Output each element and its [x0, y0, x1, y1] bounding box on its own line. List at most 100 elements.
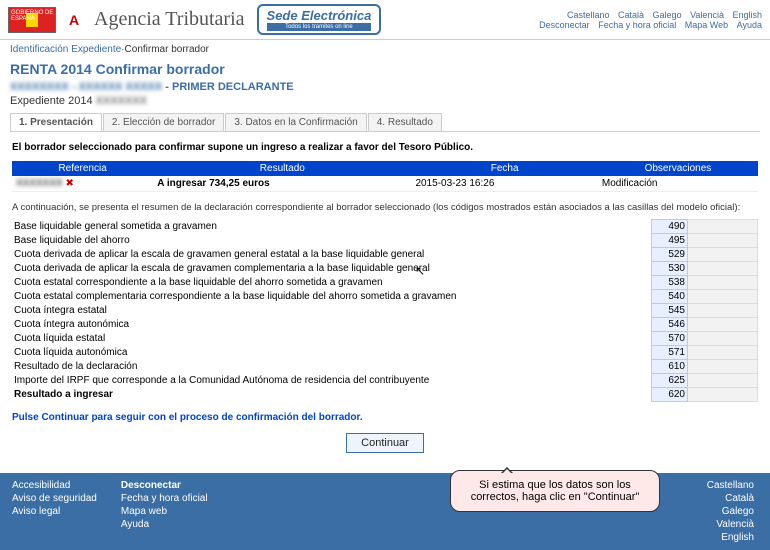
- footer-lang[interactable]: Català: [707, 492, 754, 505]
- cell-result: A ingresar 734,25 euros: [153, 176, 411, 192]
- detail-row: Base liquidable del ahorro495: [12, 234, 758, 248]
- cursor-icon: ↖: [415, 264, 425, 278]
- lang-link[interactable]: Català: [618, 10, 644, 20]
- masked-exp: XXXXXXX: [96, 95, 147, 107]
- wizard-tabs: 1. Presentación 2. Elección de borrador …: [10, 113, 760, 132]
- lang-switcher: Castellano Català Galego Valencià Englis…: [533, 10, 762, 20]
- detail-row: Cuota líquida autonómica571: [12, 346, 758, 360]
- detail-row: Cuota íntegra estatal545: [12, 304, 758, 318]
- cell-date: 2015-03-23 16:26: [411, 176, 597, 192]
- tab-resultado[interactable]: 4. Resultado: [368, 113, 442, 131]
- lang-link[interactable]: Galego: [653, 10, 682, 20]
- detail-label: Cuota estatal correspondiente a la base …: [12, 276, 652, 290]
- th-resultado: Resultado: [153, 161, 411, 176]
- sede-sub: Todos los trámites on line: [267, 23, 372, 31]
- masked-ref: XXXXXXX: [16, 178, 63, 189]
- detail-code: 545: [652, 304, 688, 318]
- detail-amount: [688, 248, 758, 262]
- detail-amount: [688, 262, 758, 276]
- detail-label: Importe del IRPF que corresponde a la Co…: [12, 374, 652, 388]
- detail-code: 570: [652, 332, 688, 346]
- footer-link[interactable]: Ayuda: [121, 518, 208, 531]
- tab-datos[interactable]: 3. Datos en la Confirmación: [225, 113, 366, 131]
- breadcrumb-item[interactable]: Identificación Expediente: [10, 44, 121, 55]
- detail-amount: [688, 276, 758, 290]
- footer-col-1: Accesibilidad Aviso de seguridad Aviso l…: [12, 479, 97, 544]
- footer-lang[interactable]: Valencià: [707, 518, 754, 531]
- gob-escudo-logo: GOBIERNO DE ESPAÑA: [8, 7, 56, 33]
- detail-code: 610: [652, 360, 688, 374]
- tab-eleccion[interactable]: 2. Elección de borrador: [103, 113, 224, 131]
- footer-link[interactable]: Fecha y hora oficial: [121, 492, 208, 505]
- tab-presentacion[interactable]: 1. Presentación: [10, 113, 102, 131]
- breadcrumb: Identificación Expediente·Confirmar borr…: [0, 40, 770, 59]
- detail-code: 530: [652, 262, 688, 276]
- app-header: GOBIERNO DE ESPAÑA A Agencia Tributaria …: [0, 0, 770, 40]
- footer-link[interactable]: Mapa web: [121, 505, 208, 518]
- detail-code: 546: [652, 318, 688, 332]
- detail-row: Resultado a ingresar620: [12, 388, 758, 402]
- lang-link[interactable]: Valencià: [690, 10, 724, 20]
- agencia-title: Agencia Tributaria: [94, 8, 245, 31]
- th-observaciones: Observaciones: [598, 161, 758, 176]
- intro-text: El borrador seleccionado para confirmar …: [12, 138, 758, 157]
- main-content: El borrador seleccionado para confirmar …: [0, 132, 770, 473]
- expediente-line: Expediente 2014 XXXXXXX: [0, 95, 770, 111]
- cell-ref: XXXXXXX ✖: [12, 176, 153, 192]
- subtitle-suffix: - PRIMER DECLARANTE: [162, 81, 293, 93]
- util-link[interactable]: Ayuda: [737, 20, 762, 30]
- detail-amount: [688, 388, 758, 402]
- detail-code: 625: [652, 374, 688, 388]
- summary-row: XXXXXXX ✖ A ingresar 734,25 euros 2015-0…: [12, 176, 758, 192]
- agencia-logo-icon: A: [60, 8, 88, 32]
- footer-col-2: Desconectar Fecha y hora oficial Mapa we…: [121, 479, 208, 544]
- th-referencia: Referencia: [12, 161, 153, 176]
- expediente-label: Expediente 2014: [10, 95, 93, 107]
- page-subtitle: XXXXXXXX - XXXXXX XXXXX - PRIMER DECLARA…: [0, 79, 770, 95]
- detail-amount: [688, 374, 758, 388]
- help-callout: Si estima que los datos son los correcto…: [450, 470, 660, 512]
- footer-link[interactable]: Aviso de seguridad: [12, 492, 97, 505]
- footer-lang[interactable]: Castellano: [707, 479, 754, 492]
- header-utility-row: Desconectar Fecha y hora oficial Mapa We…: [533, 20, 762, 30]
- detail-code: 495: [652, 234, 688, 248]
- util-link[interactable]: Fecha y hora oficial: [598, 20, 676, 30]
- footer-col-langs: Castellano Català Galego Valencià Englis…: [707, 479, 754, 544]
- detail-code: 538: [652, 276, 688, 290]
- detail-label: Cuota líquida autonómica: [12, 346, 652, 360]
- detail-amount: [688, 290, 758, 304]
- footer-link[interactable]: Aviso legal: [12, 505, 97, 518]
- sede-main: Sede Electrónica: [267, 8, 372, 23]
- detail-row: Cuota íntegra autonómica546: [12, 318, 758, 332]
- detail-amount: [688, 234, 758, 248]
- continue-button[interactable]: Continuar: [346, 433, 424, 453]
- disconnect-link[interactable]: Desconectar: [539, 20, 590, 30]
- detail-label: Cuota líquida estatal: [12, 332, 652, 346]
- lang-link[interactable]: English: [732, 10, 762, 20]
- detail-row: Cuota estatal correspondiente a la base …: [12, 276, 758, 290]
- footer-lang[interactable]: English: [707, 531, 754, 544]
- detail-code: 540: [652, 290, 688, 304]
- detail-amount: [688, 304, 758, 318]
- detail-label: Base liquidable general sometida a grava…: [12, 220, 652, 234]
- detail-row: Cuota derivada de aplicar la escala de g…: [12, 248, 758, 262]
- footer-link[interactable]: Accesibilidad: [12, 479, 97, 492]
- lang-link[interactable]: Castellano: [567, 10, 610, 20]
- footer-disconnect[interactable]: Desconectar: [121, 479, 208, 492]
- th-fecha: Fecha: [411, 161, 597, 176]
- detail-code: 620: [652, 388, 688, 402]
- detail-amount: [688, 318, 758, 332]
- footer-lang[interactable]: Galego: [707, 505, 754, 518]
- detail-row: Cuota líquida estatal570: [12, 332, 758, 346]
- util-link[interactable]: Mapa Web: [685, 20, 728, 30]
- detail-code: 571: [652, 346, 688, 360]
- detail-code: 490: [652, 220, 688, 234]
- detail-note: A continuación, se presenta el resumen d…: [12, 202, 758, 213]
- summary-table: Referencia Resultado Fecha Observaciones…: [12, 161, 758, 192]
- detail-table: Base liquidable general sometida a grava…: [12, 219, 758, 402]
- button-row: Continuar: [12, 433, 758, 453]
- header-right: Castellano Català Galego Valencià Englis…: [533, 10, 762, 30]
- masked-id: XXXXXXXX - XXXXXX XXXXX: [10, 81, 162, 93]
- continue-hint: Pulse Continuar para seguir con el proce…: [12, 412, 758, 423]
- detail-row: Resultado de la declaración610: [12, 360, 758, 374]
